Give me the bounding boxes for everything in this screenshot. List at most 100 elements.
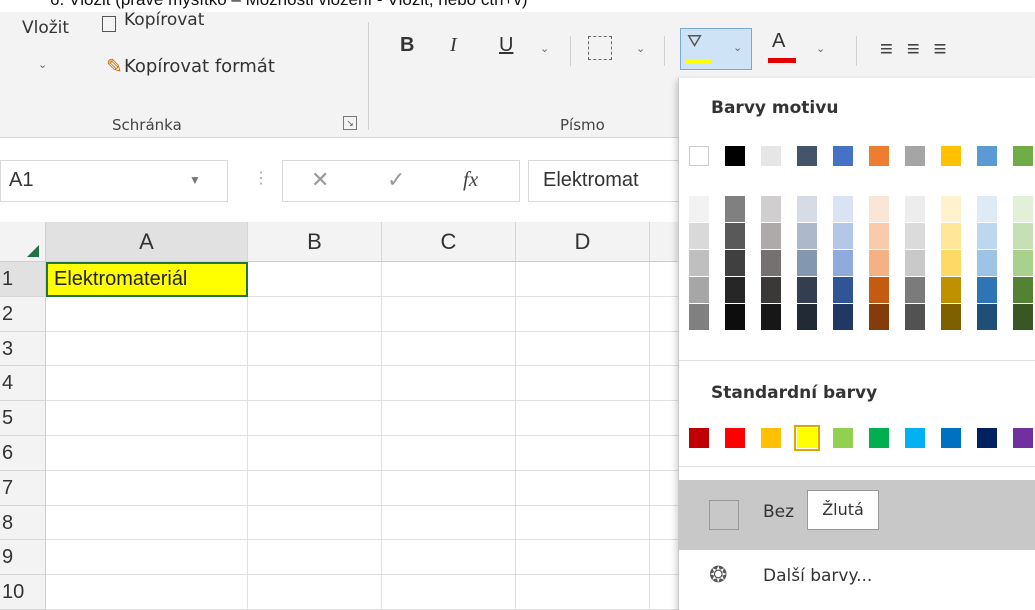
column-header-a[interactable]: A bbox=[46, 222, 248, 262]
cell[interactable] bbox=[248, 505, 382, 541]
format-painter-button[interactable]: Kopírovat formát bbox=[124, 56, 275, 77]
paste-button[interactable]: Vložit bbox=[22, 18, 69, 38]
theme-shade-swatch[interactable] bbox=[905, 250, 925, 276]
cell[interactable] bbox=[382, 331, 516, 367]
row-header-6[interactable]: 6 bbox=[0, 436, 46, 471]
theme-shade-swatch[interactable] bbox=[725, 250, 745, 276]
theme-shade-swatch[interactable] bbox=[689, 196, 709, 222]
theme-shade-swatch[interactable] bbox=[725, 223, 745, 249]
row-header-8[interactable]: 8 bbox=[0, 505, 46, 541]
row-header-4[interactable]: 4 bbox=[0, 366, 46, 402]
fill-color-button[interactable]: ⛛ ⌄ bbox=[680, 28, 752, 70]
theme-color-swatch[interactable] bbox=[1013, 146, 1033, 166]
cell[interactable] bbox=[248, 331, 382, 367]
standard-color-swatch[interactable] bbox=[869, 428, 889, 448]
standard-color-swatch[interactable] bbox=[977, 428, 997, 448]
theme-color-swatch[interactable] bbox=[761, 146, 781, 166]
alignment-icons[interactable]: ≡≡≡ bbox=[880, 36, 961, 62]
theme-shade-swatch[interactable] bbox=[1013, 196, 1033, 222]
row-header-2[interactable]: 2 bbox=[0, 296, 46, 332]
cell[interactable] bbox=[516, 505, 650, 541]
theme-shade-swatch[interactable] bbox=[905, 223, 925, 249]
theme-shade-swatch[interactable] bbox=[725, 277, 745, 303]
cell[interactable] bbox=[382, 575, 516, 610]
cell[interactable] bbox=[516, 262, 650, 297]
name-box[interactable]: A1 ▼ bbox=[0, 160, 228, 202]
theme-shade-swatch[interactable] bbox=[761, 223, 781, 249]
fill-color-dropdown-icon[interactable]: ⌄ bbox=[733, 41, 742, 54]
row-header-10[interactable]: 10 bbox=[0, 575, 46, 610]
theme-shade-swatch[interactable] bbox=[797, 304, 817, 330]
underline-button[interactable]: U bbox=[499, 34, 513, 57]
cell[interactable] bbox=[46, 505, 248, 541]
cell[interactable] bbox=[46, 296, 248, 332]
standard-color-swatch[interactable] bbox=[905, 428, 925, 448]
enter-button[interactable]: ✓ bbox=[387, 167, 405, 193]
cell[interactable] bbox=[516, 331, 650, 367]
row-header-1[interactable]: 1 bbox=[0, 262, 46, 297]
theme-shade-swatch[interactable] bbox=[869, 223, 889, 249]
cell[interactable] bbox=[46, 331, 248, 367]
theme-shade-swatch[interactable] bbox=[797, 196, 817, 222]
theme-shade-swatch[interactable] bbox=[689, 250, 709, 276]
theme-shade-swatch[interactable] bbox=[941, 277, 961, 303]
font-color-button[interactable]: A bbox=[772, 30, 785, 53]
cell[interactable] bbox=[516, 575, 650, 610]
theme-shade-swatch[interactable] bbox=[689, 277, 709, 303]
theme-shade-swatch[interactable] bbox=[941, 196, 961, 222]
theme-shade-swatch[interactable] bbox=[725, 196, 745, 222]
borders-dropdown-icon[interactable]: ⌄ bbox=[636, 42, 645, 55]
cell[interactable] bbox=[46, 470, 248, 506]
theme-shade-swatch[interactable] bbox=[941, 250, 961, 276]
cell[interactable] bbox=[248, 575, 382, 610]
theme-shade-swatch[interactable] bbox=[941, 223, 961, 249]
cancel-button[interactable]: ✕ bbox=[311, 167, 329, 193]
theme-color-swatch[interactable] bbox=[977, 146, 997, 166]
cell[interactable] bbox=[248, 470, 382, 506]
more-colors-item[interactable]: Další barvy... bbox=[763, 566, 872, 586]
cell[interactable] bbox=[382, 436, 516, 471]
column-header-b[interactable]: B bbox=[248, 222, 382, 262]
italic-button[interactable]: I bbox=[450, 34, 457, 57]
paste-dropdown-icon[interactable]: ⌄ bbox=[38, 58, 47, 71]
cell[interactable] bbox=[516, 436, 650, 471]
cell[interactable] bbox=[46, 366, 248, 402]
theme-shade-swatch[interactable] bbox=[869, 250, 889, 276]
cell[interactable] bbox=[248, 296, 382, 332]
cell[interactable] bbox=[46, 401, 248, 436]
theme-shade-swatch[interactable] bbox=[1013, 277, 1033, 303]
row-header-9[interactable]: 9 bbox=[0, 540, 46, 576]
cell[interactable] bbox=[382, 540, 516, 576]
standard-color-swatch[interactable] bbox=[833, 428, 853, 448]
theme-shade-swatch[interactable] bbox=[869, 277, 889, 303]
cell[interactable] bbox=[382, 401, 516, 436]
cell[interactable] bbox=[248, 401, 382, 436]
theme-shade-swatch[interactable] bbox=[869, 196, 889, 222]
font-color-dropdown-icon[interactable]: ⌄ bbox=[816, 42, 825, 55]
theme-color-swatch[interactable] bbox=[941, 146, 961, 166]
cell[interactable] bbox=[46, 540, 248, 576]
column-header-c[interactable]: C bbox=[382, 222, 516, 262]
standard-color-swatch[interactable] bbox=[689, 428, 709, 448]
cell[interactable] bbox=[248, 262, 382, 297]
theme-shade-swatch[interactable] bbox=[905, 304, 925, 330]
cell[interactable] bbox=[516, 296, 650, 332]
theme-shade-swatch[interactable] bbox=[905, 277, 925, 303]
theme-shade-swatch[interactable] bbox=[833, 250, 853, 276]
copy-button[interactable]: Kopírovat bbox=[124, 10, 204, 30]
theme-color-swatch[interactable] bbox=[689, 146, 709, 166]
theme-shade-swatch[interactable] bbox=[977, 277, 997, 303]
theme-shade-swatch[interactable] bbox=[977, 196, 997, 222]
cell[interactable] bbox=[382, 296, 516, 332]
cell-a1[interactable]: Elektromateriál bbox=[46, 262, 248, 297]
cell[interactable] bbox=[248, 366, 382, 402]
cell[interactable] bbox=[516, 470, 650, 506]
column-header-d[interactable]: D bbox=[516, 222, 650, 262]
row-header-5[interactable]: 5 bbox=[0, 401, 46, 436]
theme-color-swatch[interactable] bbox=[725, 146, 745, 166]
name-box-dropdown-icon[interactable]: ▼ bbox=[189, 173, 201, 187]
standard-color-swatch[interactable] bbox=[1013, 428, 1033, 448]
theme-shade-swatch[interactable] bbox=[797, 277, 817, 303]
underline-dropdown-icon[interactable]: ⌄ bbox=[540, 42, 549, 55]
formula-input[interactable]: Elektromat bbox=[528, 160, 688, 202]
